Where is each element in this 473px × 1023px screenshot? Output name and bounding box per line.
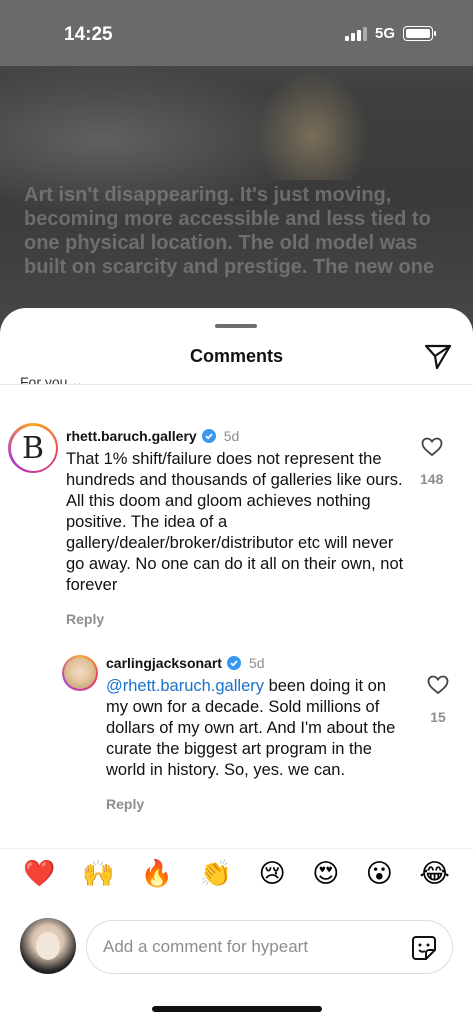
comment-text: That 1% shift/failure does not represent…	[66, 450, 404, 594]
tears-of-joy-emoji[interactable]: 😂	[419, 859, 449, 889]
clapping-hands-emoji[interactable]: 👏	[200, 859, 232, 889]
heart-icon[interactable]	[427, 675, 449, 695]
chevron-down-icon: ⌄	[71, 374, 84, 384]
comment-header: rhett.baruch.gallery 5d	[66, 428, 406, 444]
avatar[interactable]	[62, 655, 98, 691]
comment-header: carlingjacksonart 5d	[106, 655, 406, 671]
comment-composer: Add a comment for hypeart	[20, 918, 453, 976]
avatar[interactable]: B	[8, 423, 58, 473]
comment-filter[interactable]: For you ⌄	[20, 374, 83, 384]
like-count: 148	[420, 471, 444, 487]
heart-eyes-emoji[interactable]: 😍	[312, 859, 339, 889]
current-user-avatar	[20, 918, 76, 974]
comment-username[interactable]: rhett.baruch.gallery	[66, 428, 197, 444]
reply-button[interactable]: Reply	[66, 611, 406, 627]
post-image-person	[258, 70, 368, 180]
comment-time: 5d	[223, 428, 240, 444]
comments-sheet: Comments For you ⌄ B rhett.baruch.galler…	[0, 308, 473, 1023]
filter-label: For you	[20, 374, 68, 384]
comment-time: 5d	[248, 655, 265, 671]
verified-badge-icon	[201, 429, 216, 443]
crying-face-emoji[interactable]: 😢	[259, 859, 286, 889]
send-icon[interactable]	[423, 341, 453, 371]
sheet-grabber[interactable]	[215, 324, 257, 328]
gallery-logo-letter: B	[21, 430, 45, 466]
like-count: 15	[430, 709, 446, 725]
status-bar: 14:25 5G	[0, 0, 473, 66]
quick-reactions: ❤️ 🙌 🔥 👏 😢 😍 😮 😂	[0, 848, 473, 898]
comment-input[interactable]: Add a comment for hypeart	[86, 920, 453, 974]
sheet-title: Comments	[189, 346, 283, 366]
verified-badge-icon	[226, 656, 241, 670]
home-indicator	[152, 1006, 322, 1012]
comment-input-placeholder: Add a comment for hypeart	[103, 937, 309, 956]
divider	[0, 384, 473, 385]
sticker-icon[interactable]	[410, 934, 438, 962]
fire-emoji[interactable]: 🔥	[141, 859, 173, 889]
raising-hands-emoji[interactable]: 🙌	[82, 859, 114, 889]
like-column: 15	[427, 675, 449, 725]
reply-button[interactable]: Reply	[106, 796, 406, 812]
status-indicators: 5G	[344, 25, 436, 42]
surprised-face-emoji[interactable]: 😮	[366, 859, 393, 889]
status-time: 14:25	[64, 24, 113, 45]
comment-text: @rhett.baruch.gallery been doing it on m…	[106, 676, 406, 781]
battery-icon	[403, 26, 436, 41]
network-label: 5G	[374, 25, 395, 42]
comment-username[interactable]: carlingjacksonart	[106, 655, 222, 671]
post-caption: Art isn't disappearing. It's just moving…	[24, 184, 435, 278]
mention-link[interactable]: @rhett.baruch.gallery	[106, 677, 264, 695]
red-heart-emoji[interactable]: ❤️	[23, 859, 55, 889]
signal-icon	[344, 26, 367, 41]
heart-icon[interactable]	[421, 437, 443, 457]
like-column: 148	[420, 437, 443, 487]
